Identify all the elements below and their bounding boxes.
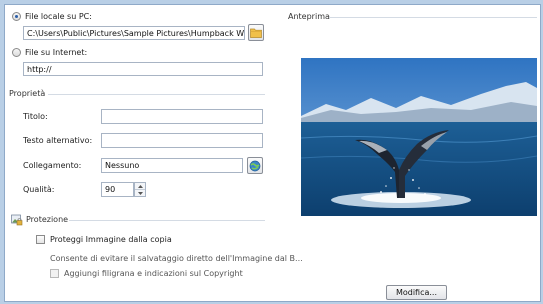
preview-image bbox=[301, 58, 537, 216]
internet-url-input[interactable]: http:// bbox=[23, 62, 263, 76]
local-file-path-input[interactable]: C:\Users\Public\Pictures\Sample Pictures… bbox=[23, 26, 245, 40]
alt-text-label: Testo alternativo: bbox=[23, 136, 93, 145]
watermark-label: Aggiungi filigrana e indicazioni sul Cop… bbox=[64, 269, 243, 278]
quality-stepper[interactable] bbox=[134, 182, 146, 197]
humpback-whale-image bbox=[301, 58, 537, 216]
preview-section-title: Anteprima bbox=[288, 12, 330, 21]
protection-description: Consente di evitare il salvataggio diret… bbox=[50, 254, 303, 263]
globe-link-icon bbox=[249, 160, 261, 171]
title-input[interactable] bbox=[101, 109, 263, 124]
alt-text-input[interactable] bbox=[101, 133, 263, 148]
browse-button[interactable] bbox=[248, 24, 264, 41]
protection-section-title: Protezione bbox=[26, 215, 69, 224]
protect-copy-checkbox[interactable] bbox=[36, 235, 45, 244]
protection-divider bbox=[69, 220, 265, 221]
watermark-checkbox[interactable] bbox=[50, 269, 59, 278]
local-file-label: File locale su PC: bbox=[25, 12, 92, 21]
properties-divider bbox=[48, 94, 265, 95]
link-button[interactable] bbox=[247, 157, 263, 174]
folder-icon bbox=[250, 28, 262, 38]
protect-copy-label: Proteggi Immagine dalla copia bbox=[50, 235, 172, 244]
preview-divider bbox=[329, 17, 537, 18]
link-label: Collegamento: bbox=[23, 161, 82, 170]
image-properties-panel: File locale su PC: C:\Users\Public\Pictu… bbox=[4, 4, 541, 302]
stepper-up-icon[interactable] bbox=[135, 183, 145, 190]
local-file-radio[interactable] bbox=[12, 12, 21, 21]
properties-section-title: Proprietà bbox=[9, 89, 46, 98]
internet-file-label: File su Internet: bbox=[25, 48, 88, 57]
internet-file-radio[interactable] bbox=[12, 48, 21, 57]
stepper-down-icon[interactable] bbox=[135, 190, 145, 196]
link-input[interactable]: Nessuno bbox=[101, 158, 243, 173]
quality-input[interactable]: 90 bbox=[101, 182, 134, 197]
title-label: Titolo: bbox=[23, 112, 48, 121]
modify-button[interactable]: Modifica... bbox=[386, 285, 447, 300]
lock-image-icon bbox=[11, 214, 23, 226]
quality-label: Qualità: bbox=[23, 185, 55, 194]
